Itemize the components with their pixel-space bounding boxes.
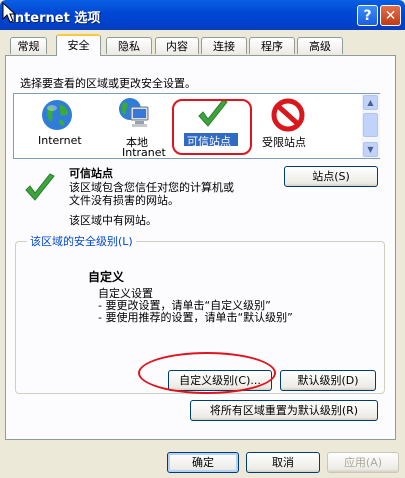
reset-all-zones-button[interactable]: 将所有区域重置为默认级别(R)	[190, 400, 378, 421]
zone-intranet-label-2: Intranet	[122, 146, 166, 159]
scroll-thumb[interactable]	[363, 113, 378, 137]
window-title: Internet 选项	[10, 11, 101, 26]
help-button[interactable]: ?	[357, 5, 378, 26]
computer-icon	[119, 98, 149, 127]
tab-content[interactable]: 内容	[155, 37, 199, 54]
tab-advanced[interactable]: 高级	[297, 37, 343, 54]
tab-general[interactable]: 常规	[10, 37, 47, 54]
close-button[interactable]: ✕	[380, 5, 401, 26]
highlight-trusted-zone	[172, 99, 252, 155]
zone-info-desc-2: 文件没有损害的网站。	[69, 194, 179, 207]
cancel-button[interactable]: 取消	[246, 452, 320, 473]
ok-button[interactable]: 确定	[167, 452, 239, 473]
zone-instruction: 选择要查看的区域或更改安全设置。	[20, 77, 196, 90]
security-level-name: 自定义	[88, 270, 125, 284]
zone-restricted-sites[interactable]	[271, 98, 305, 135]
zone-restricted-label: 受限站点	[262, 136, 306, 149]
zone-internet-label: Internet	[38, 134, 82, 147]
trusted-checkmark-icon	[25, 173, 55, 201]
tab-security[interactable]: 安全	[56, 34, 101, 56]
tab-programs[interactable]: 程序	[249, 37, 295, 54]
zone-local-intranet[interactable]	[118, 95, 152, 132]
scroll-up-icon[interactable]: ▲	[363, 95, 378, 110]
zone-info-status: 该区域中有网站。	[69, 214, 157, 227]
zone-internet[interactable]	[40, 98, 74, 135]
tab-connections[interactable]: 连接	[201, 37, 247, 54]
restricted-icon	[271, 98, 305, 132]
security-level-desc-3: - 要使用推荐的设置，请单击“默认级别”	[98, 311, 293, 324]
apply-button[interactable]: 应用(A)	[327, 452, 399, 473]
mouse-cursor-icon	[2, 2, 16, 23]
highlight-custom-level	[138, 352, 276, 394]
sites-button[interactable]: 站点(S)	[284, 166, 378, 187]
tab-privacy[interactable]: 隐私	[106, 37, 152, 54]
globe-icon	[42, 100, 72, 130]
default-level-button[interactable]: 默认级别(D)	[280, 370, 376, 391]
scroll-down-icon[interactable]: ▼	[363, 142, 378, 157]
security-level-group-title: 该区域的安全级别(L)	[27, 233, 136, 249]
